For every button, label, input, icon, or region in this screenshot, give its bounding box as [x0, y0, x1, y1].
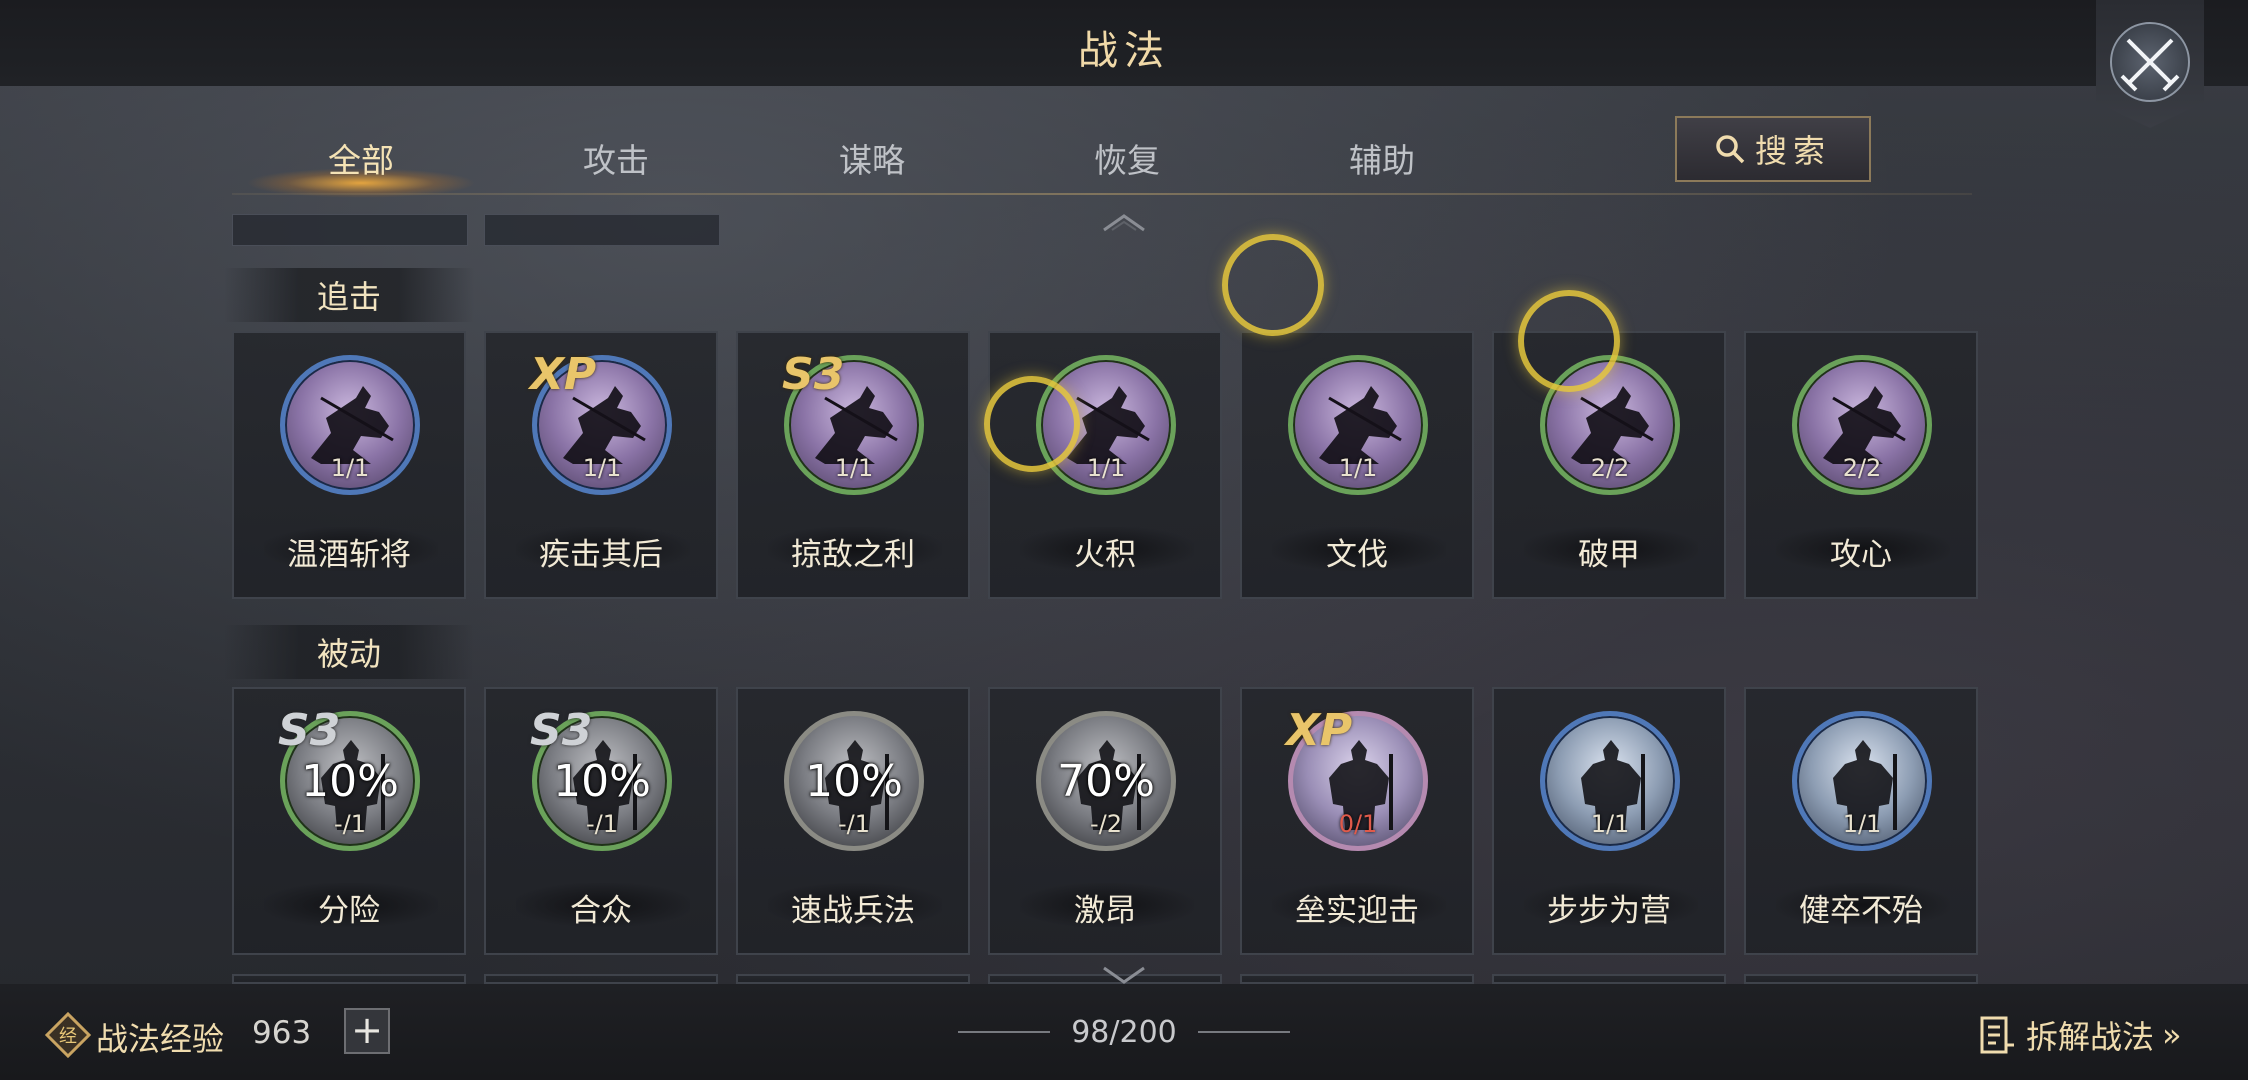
season-badge: S3 — [782, 349, 845, 400]
tactic-level: 1/1 — [1842, 810, 1882, 838]
chevron-down-icon[interactable] — [1100, 966, 1148, 986]
season-badge: S3 — [530, 705, 593, 756]
disband-label: 拆解战法 — [2026, 1018, 2155, 1056]
tactic-medal: 10% -/1 — [784, 711, 924, 851]
tactic-level: 1/1 — [1590, 810, 1630, 838]
tactic-card-partial — [1240, 974, 1474, 984]
count-divider-right — [1198, 1031, 1290, 1033]
search-button[interactable]: 搜索 — [1675, 116, 1871, 182]
section-label-pursuit: 追击 — [224, 268, 474, 322]
disband-button[interactable]: 拆解战法 » — [1978, 1012, 2182, 1058]
exp-token-icon: 经 — [44, 1011, 92, 1059]
tactic-card[interactable]: 70% -/2 激昂 — [988, 687, 1222, 955]
section-label-passive: 被动 — [224, 625, 474, 679]
double-chevron-right-icon: » — [2162, 1016, 2182, 1054]
tab-support[interactable]: 辅助 — [1262, 134, 1502, 182]
crossed-swords-icon — [2120, 38, 2180, 92]
tactic-level: -/1 — [333, 810, 366, 838]
tactic-name: 分险 — [318, 893, 380, 929]
exp-value: 963 — [252, 1015, 312, 1051]
tactic-card[interactable]: 2/2 攻心 — [1744, 331, 1978, 599]
tactic-card-partial — [1492, 974, 1726, 984]
search-label: 搜索 — [1754, 132, 1831, 170]
season-badge: XP — [1286, 705, 1353, 756]
tactic-level: 1/1 — [1338, 454, 1378, 482]
placeholder-card — [484, 214, 720, 246]
tactic-medal: 70% -/2 — [1036, 711, 1176, 851]
tactic-medal: 1/1 — [1792, 711, 1932, 851]
tactic-medal: 1/1 — [280, 355, 420, 495]
tactic-level: 2/2 — [1842, 454, 1882, 482]
season-badge: XP — [530, 349, 597, 400]
tactic-card[interactable]: 10% -/1 速战兵法 — [736, 687, 970, 955]
tactic-level: 1/1 — [330, 454, 370, 482]
tactic-level: -/1 — [837, 810, 870, 838]
tactic-name: 文伐 — [1326, 537, 1388, 573]
page-title: 战法 — [1078, 28, 1170, 74]
season-badge: S3 — [278, 705, 341, 756]
tactic-percent: 10% — [301, 756, 399, 807]
tactic-name: 火积 — [1074, 537, 1136, 573]
tactic-name: 破甲 — [1578, 537, 1640, 573]
svg-text:经: 经 — [59, 1026, 77, 1047]
tactic-percent: 10% — [805, 756, 903, 807]
tactic-card[interactable]: 1/1 文伐 — [1240, 331, 1474, 599]
tactic-card-partial — [1744, 974, 1978, 984]
tactic-card-partial — [736, 974, 970, 984]
tactic-medal: 1/1 — [1540, 711, 1680, 851]
tactic-medal: 1/1 — [1288, 355, 1428, 495]
tactic-level: 1/1 — [582, 454, 622, 482]
highlight-ring — [984, 376, 1080, 472]
tactic-name: 疾击其后 — [539, 537, 663, 573]
tactic-level: 2/2 — [1590, 454, 1630, 482]
tab-attack[interactable]: 攻击 — [496, 134, 736, 182]
close-button[interactable] — [2110, 22, 2190, 102]
tactic-name: 掠敌之利 — [791, 537, 915, 573]
tactic-level: -/1 — [585, 810, 618, 838]
disband-list-icon — [1980, 1016, 2014, 1054]
close-button-frame — [2096, 0, 2204, 128]
tactic-name: 激昂 — [1074, 893, 1136, 929]
tactic-name: 垒实迎击 — [1295, 893, 1419, 929]
tab-recovery[interactable]: 恢复 — [1007, 134, 1247, 182]
tactic-card-partial — [232, 974, 466, 984]
tactic-card[interactable]: 10% -/1 S3 分险 — [232, 687, 466, 955]
tactic-level: 1/1 — [834, 454, 874, 482]
exp-label: 战法经验 — [96, 1020, 225, 1058]
chevron-up-icon[interactable] — [1100, 212, 1148, 232]
tactic-name: 温酒斩将 — [287, 537, 411, 573]
tactic-card-partial — [484, 974, 718, 984]
tactic-card[interactable]: 10% -/1 S3 合众 — [484, 687, 718, 955]
placeholder-card — [232, 214, 468, 246]
tactic-medal: 2/2 — [1792, 355, 1932, 495]
tactic-percent: 10% — [553, 756, 651, 807]
add-exp-button[interactable]: + — [344, 1008, 390, 1054]
tactic-level: 0/1 — [1338, 810, 1378, 838]
tactic-name: 健卒不殆 — [1799, 893, 1923, 929]
tab-strategy[interactable]: 谋略 — [752, 134, 992, 182]
highlight-ring — [1518, 290, 1620, 392]
tactic-card[interactable]: 1/1 步步为营 — [1492, 687, 1726, 955]
tactic-name: 步步为营 — [1547, 893, 1671, 929]
search-icon — [1716, 135, 1745, 164]
tactic-name: 速战兵法 — [791, 893, 915, 929]
tactic-card[interactable]: 1/1 健卒不殆 — [1744, 687, 1978, 955]
tactic-card[interactable]: 1/1 XP 疾击其后 — [484, 331, 718, 599]
tab-divider — [232, 193, 1972, 195]
highlight-ring — [1222, 234, 1324, 336]
tactic-card[interactable]: 1/1 温酒斩将 — [232, 331, 466, 599]
tactic-percent: 70% — [1057, 756, 1155, 807]
tactic-name: 合众 — [570, 893, 632, 929]
tactic-card[interactable]: 0/1 XP 垒实迎击 — [1240, 687, 1474, 955]
tactic-card[interactable]: 1/1 S3 掠敌之利 — [736, 331, 970, 599]
tactic-name: 攻心 — [1830, 537, 1892, 573]
tab-all[interactable]: 全部 — [241, 134, 481, 182]
tactic-level: -/2 — [1089, 810, 1122, 838]
